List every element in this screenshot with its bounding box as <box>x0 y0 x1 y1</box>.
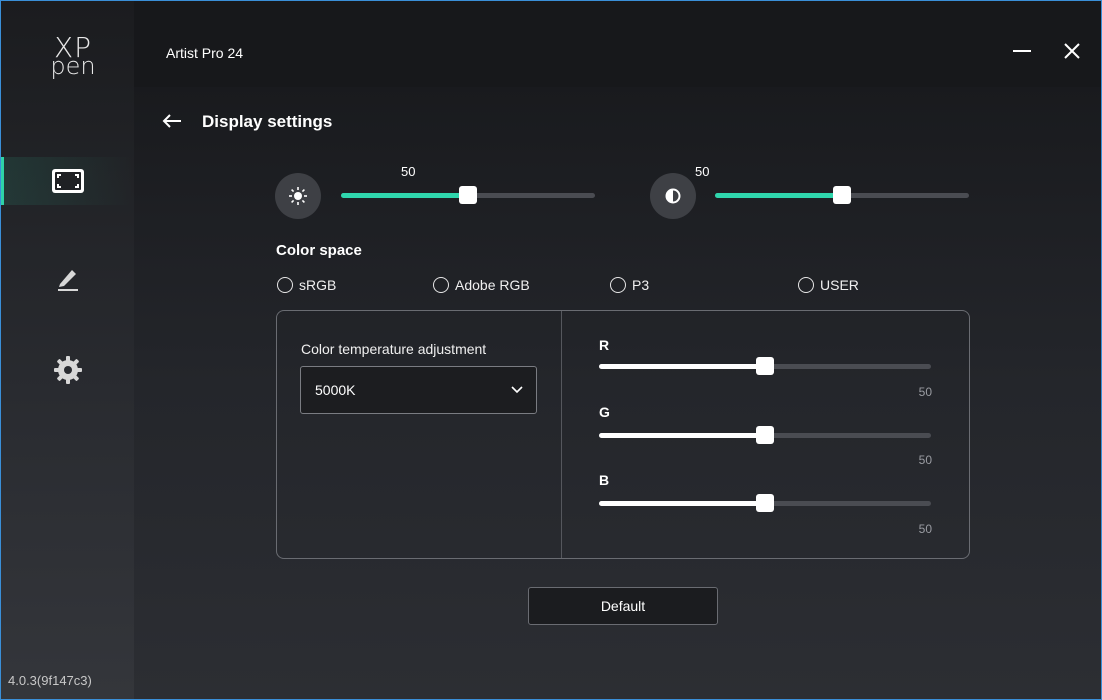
brightness-button[interactable] <box>275 173 321 219</box>
channel-b-slider[interactable] <box>599 494 931 512</box>
channel-b-value: 50 <box>918 522 932 536</box>
radio-p3[interactable]: P3 <box>610 277 649 293</box>
minimize-button[interactable] <box>1010 39 1034 63</box>
color-temperature-value: 5000K <box>315 382 356 398</box>
minimize-icon <box>1013 50 1031 52</box>
channel-g-label: G <box>599 404 610 420</box>
channel-g-slider-fill <box>599 433 765 438</box>
sun-icon <box>289 187 307 205</box>
back-button[interactable] <box>160 109 184 133</box>
default-button[interactable]: Default <box>528 587 718 625</box>
contrast-slider-thumb[interactable] <box>833 186 851 204</box>
channel-g-slider-thumb[interactable] <box>756 426 774 444</box>
channel-b-slider-fill <box>599 501 765 506</box>
channel-b-slider-thumb[interactable] <box>756 494 774 512</box>
sidebar-item-pen[interactable] <box>1 254 134 302</box>
color-settings-panel: Color temperature adjustment 5000K R 50 … <box>276 310 970 559</box>
brightness-slider-thumb[interactable] <box>459 186 477 204</box>
contrast-slider[interactable] <box>715 186 969 204</box>
app-window: XP pen 4.0.3(9f147c3) Artist Pro 24 Disp… <box>0 0 1102 700</box>
sidebar: XP pen 4.0.3(9f147c3) <box>1 1 134 699</box>
display-frame-icon <box>51 169 84 193</box>
page-title: Display settings <box>202 112 333 131</box>
close-icon <box>1064 43 1080 59</box>
sidebar-item-display[interactable] <box>1 157 134 205</box>
panel-divider <box>561 311 562 558</box>
pen-icon <box>57 270 78 291</box>
channel-r-label: R <box>599 337 610 353</box>
channel-r-slider-fill <box>599 364 765 369</box>
color-temperature-label: Color temperature adjustment <box>301 341 487 357</box>
channel-r-slider[interactable] <box>599 357 931 375</box>
contrast-icon <box>665 188 681 204</box>
version-label: 4.0.3(9f147c3) <box>8 673 92 688</box>
close-button[interactable] <box>1060 39 1084 63</box>
chevron-down-icon <box>511 386 523 394</box>
radio-adobe-rgb[interactable]: Adobe RGB <box>433 277 530 293</box>
radio-circle[interactable] <box>798 277 814 293</box>
xppen-logo: XP pen <box>50 31 96 80</box>
title-bar: Artist Pro 24 <box>134 1 1101 87</box>
gear-icon <box>53 356 82 384</box>
color-space-title: Color space <box>276 242 362 259</box>
radio-circle[interactable] <box>433 277 449 293</box>
brightness-slider-fill <box>341 193 468 198</box>
radio-user[interactable]: USER <box>798 277 859 293</box>
channel-r-slider-thumb[interactable] <box>756 357 774 375</box>
contrast-slider-fill <box>715 193 842 198</box>
sidebar-item-settings[interactable] <box>1 346 134 394</box>
brightness-slider[interactable] <box>341 186 595 204</box>
channel-r-value: 50 <box>918 385 932 399</box>
arrow-left-icon <box>162 114 181 128</box>
contrast-value: 50 <box>695 164 710 179</box>
color-temperature-select[interactable]: 5000K <box>300 366 537 414</box>
radio-circle[interactable] <box>277 277 293 293</box>
brightness-value: 50 <box>401 164 416 179</box>
radio-srgb[interactable]: sRGB <box>277 277 336 293</box>
window-title: Artist Pro 24 <box>166 45 244 61</box>
radio-circle[interactable] <box>610 277 626 293</box>
channel-g-value: 50 <box>918 453 932 467</box>
contrast-button[interactable] <box>650 173 696 219</box>
channel-b-label: B <box>599 472 610 488</box>
channel-g-slider[interactable] <box>599 426 931 444</box>
